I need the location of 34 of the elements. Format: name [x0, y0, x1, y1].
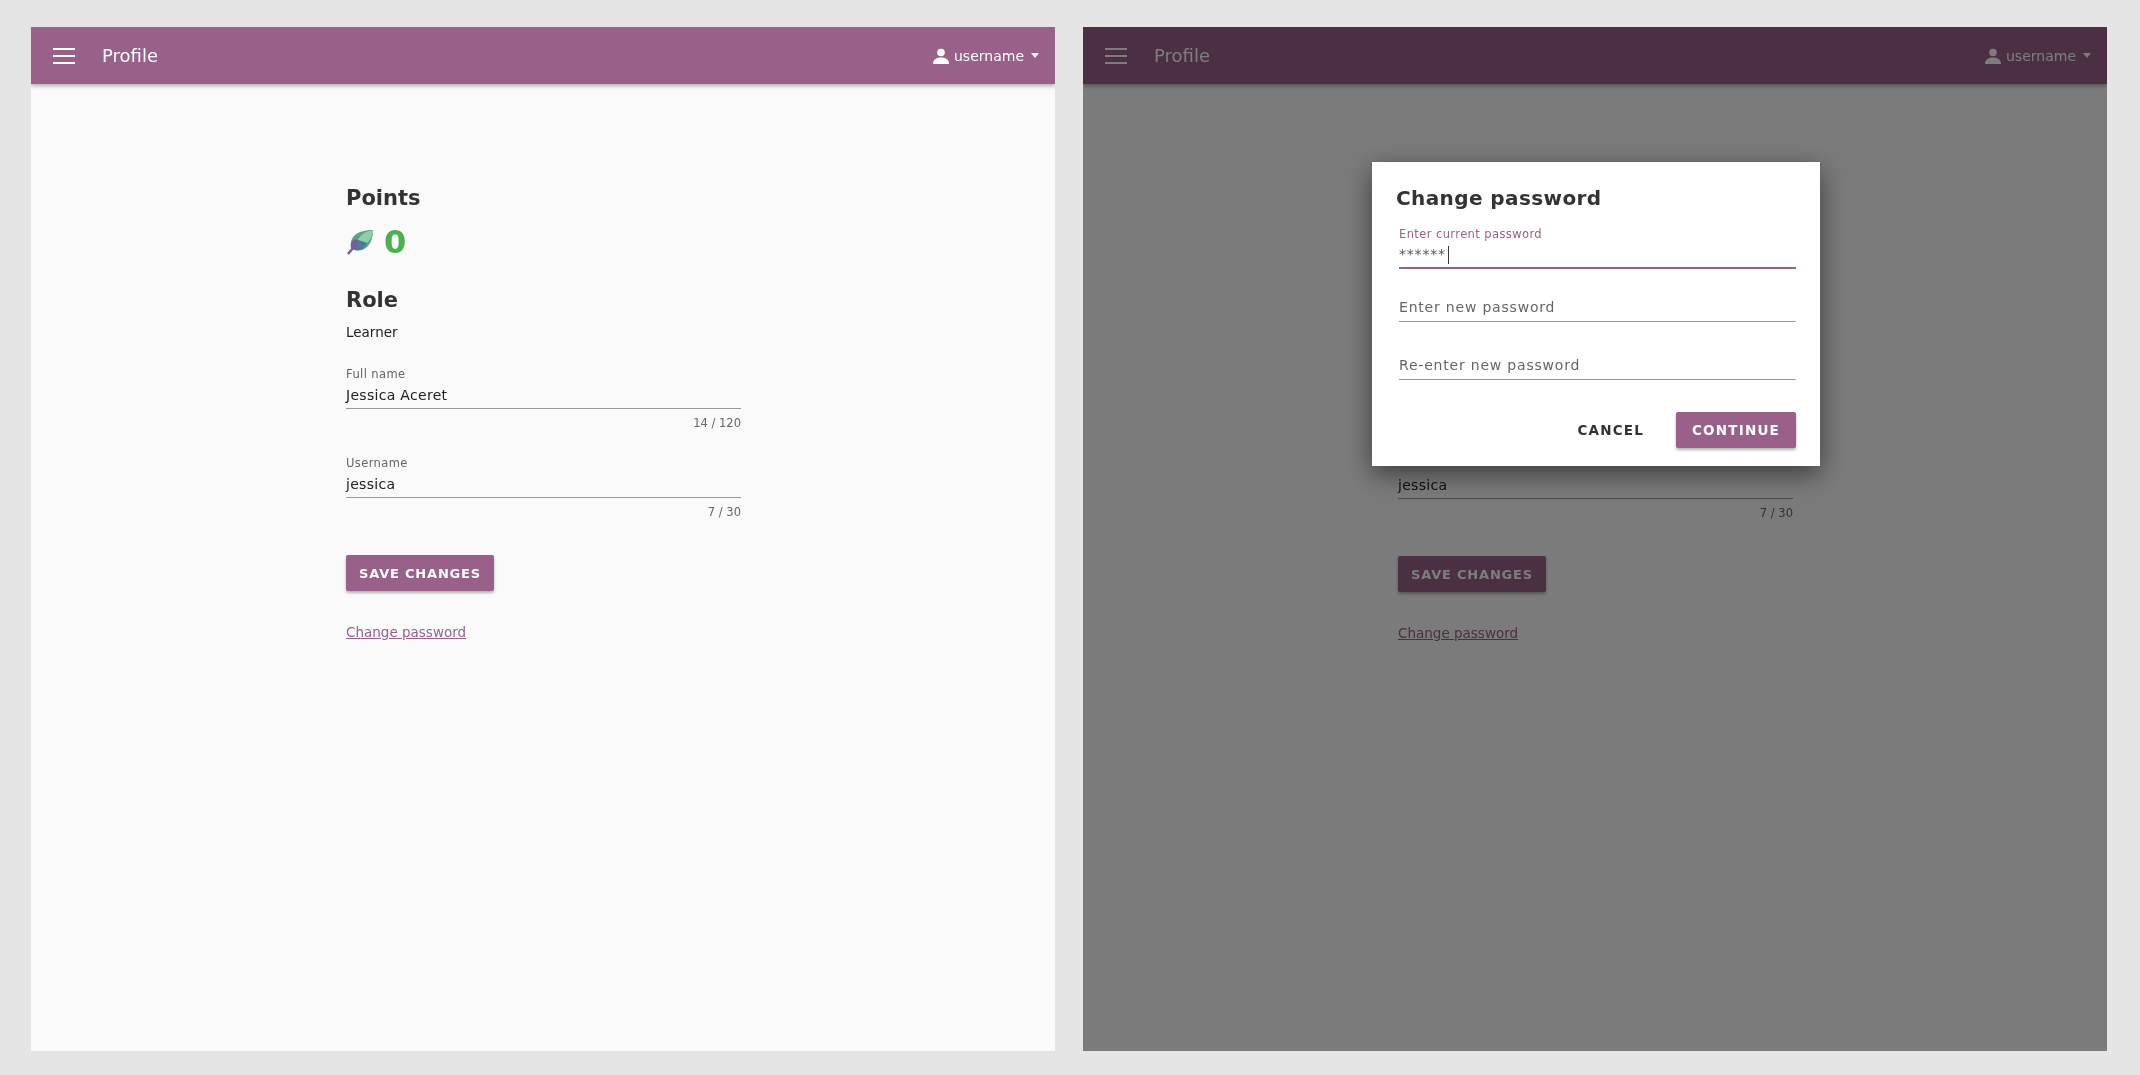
character-counter: 7 / 30 [1759, 505, 1793, 521]
points-heading: Points [346, 185, 421, 212]
password-field[interactable]: ****** [1399, 242, 1796, 269]
field-label: Full name [346, 366, 406, 382]
user-menu[interactable]: username [2006, 47, 2076, 64]
user-icon[interactable] [1985, 47, 2001, 64]
cancel-button[interactable]: CANCEL [1561, 412, 1660, 448]
change-password-link[interactable]: Change password [346, 622, 467, 642]
points-value: 0 [384, 224, 407, 260]
text-field[interactable]: jessica [1398, 475, 1793, 499]
field-label: Username [346, 455, 408, 471]
page-title: Profile [102, 45, 159, 66]
dialog-title: Change password [1396, 185, 1602, 212]
character-counter: 14 / 120 [693, 415, 741, 431]
user-menu[interactable]: username [954, 47, 1024, 64]
save-button[interactable]: SAVE CHANGES [346, 555, 494, 591]
caret-icon[interactable] [1031, 53, 1039, 58]
user-icon[interactable] [933, 47, 949, 64]
password-field[interactable]: Enter new password [1399, 295, 1796, 322]
leaf-icon [346, 228, 374, 256]
text-field[interactable]: Jessica Aceret [346, 385, 741, 409]
continue-button[interactable]: CONTINUE [1676, 412, 1796, 448]
change-password-link[interactable]: Change password [1398, 623, 1519, 643]
role-value: Learner [346, 323, 398, 342]
role-heading: Role [346, 287, 399, 314]
save-button[interactable]: SAVE CHANGES [1398, 556, 1546, 592]
text-field[interactable]: jessica [346, 474, 741, 498]
field-label: Enter current password [1399, 226, 1543, 242]
character-counter: 7 / 30 [707, 504, 741, 520]
page-title: Profile [1154, 45, 1211, 66]
menu-icon[interactable] [1105, 47, 1127, 64]
menu-icon[interactable] [53, 47, 75, 64]
password-field[interactable]: Re-enter new password [1399, 353, 1796, 380]
caret-icon[interactable] [2083, 53, 2091, 58]
